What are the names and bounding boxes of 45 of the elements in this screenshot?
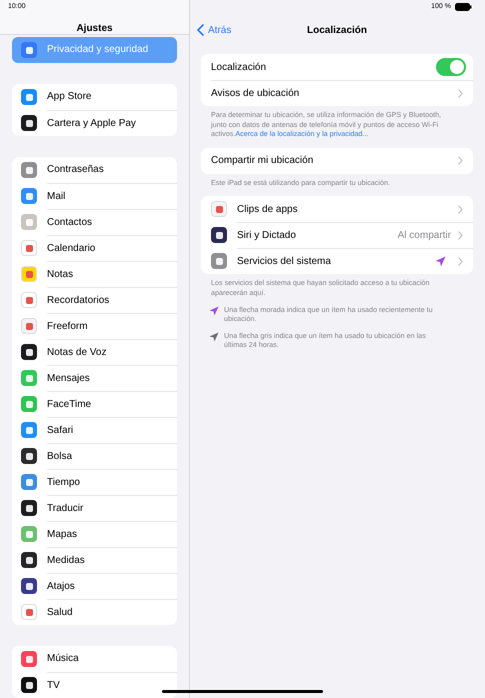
sidebar-item[interactable]: App Store bbox=[12, 84, 177, 110]
sidebar-item[interactable]: Freeform bbox=[12, 313, 177, 339]
sidebar-item[interactable]: Salud bbox=[12, 599, 177, 625]
settings-row[interactable]: Servicios del sistema bbox=[201, 248, 473, 274]
sidebar-item[interactable]: Música bbox=[12, 646, 177, 672]
chevron-icon bbox=[458, 204, 463, 214]
location-toggle[interactable] bbox=[436, 58, 466, 76]
settings-row[interactable]: Localización bbox=[201, 54, 473, 80]
page-title: Localización bbox=[306, 24, 367, 36]
sidebar-item[interactable]: Contraseñas bbox=[12, 157, 177, 183]
row-label: Avisos de ubicación bbox=[211, 88, 300, 99]
sidebar-item[interactable]: Contactos bbox=[12, 209, 177, 235]
sidebar-title: Ajustes bbox=[76, 23, 113, 34]
row-label: Localización bbox=[211, 62, 266, 72]
sidebar-item[interactable]: Calendario bbox=[12, 235, 177, 261]
sidebar-item[interactable]: Traducir bbox=[12, 495, 177, 521]
back-button[interactable]: Atrás bbox=[197, 24, 232, 36]
sidebar-item[interactable]: Bolsa bbox=[12, 443, 177, 469]
sidebar-item[interactable]: Atajos bbox=[12, 573, 177, 599]
row-value: Al compartir bbox=[398, 230, 451, 242]
chevron-icon bbox=[458, 231, 463, 240]
sidebar-item[interactable]: Recordatorios bbox=[12, 287, 177, 313]
back-chevron-icon bbox=[197, 24, 204, 36]
chevron-icon bbox=[458, 156, 463, 166]
sidebar-item[interactable]: FaceTime bbox=[12, 391, 177, 417]
settings-row[interactable]: Avisos de ubicación bbox=[201, 80, 473, 106]
settings-row[interactable]: Siri y Dictado Al compartir bbox=[201, 222, 473, 248]
sidebar-item[interactable]: Medidas bbox=[12, 547, 177, 573]
sidebar-item[interactable]: Cartera y Apple Pay bbox=[12, 110, 177, 136]
settings-row[interactable]: Clips de apps bbox=[201, 196, 473, 222]
sidebar-item[interactable]: Safari bbox=[12, 417, 177, 443]
battery-icon bbox=[455, 2, 472, 10]
sidebar-item[interactable]: Notas bbox=[12, 261, 177, 287]
sidebar-item[interactable]: Tiempo bbox=[12, 469, 177, 495]
sidebar-item[interactable]: Notas de Voz bbox=[12, 339, 177, 365]
sidebar-item[interactable]: Mapas bbox=[12, 521, 177, 547]
row-label: Servicios del sistema bbox=[237, 256, 331, 268]
row-label: Siri y Dictado bbox=[237, 230, 296, 242]
settings-row[interactable]: Compartir mi ubicación bbox=[201, 148, 473, 174]
sidebar-item[interactable]: Mail bbox=[12, 183, 177, 209]
chevron-icon bbox=[458, 257, 463, 266]
row-label: Clips de apps bbox=[237, 204, 298, 215]
row-label: Compartir mi ubicación bbox=[211, 155, 314, 166]
sidebar-item[interactable]: Mensajes bbox=[12, 365, 177, 391]
chevron-icon bbox=[458, 89, 463, 98]
